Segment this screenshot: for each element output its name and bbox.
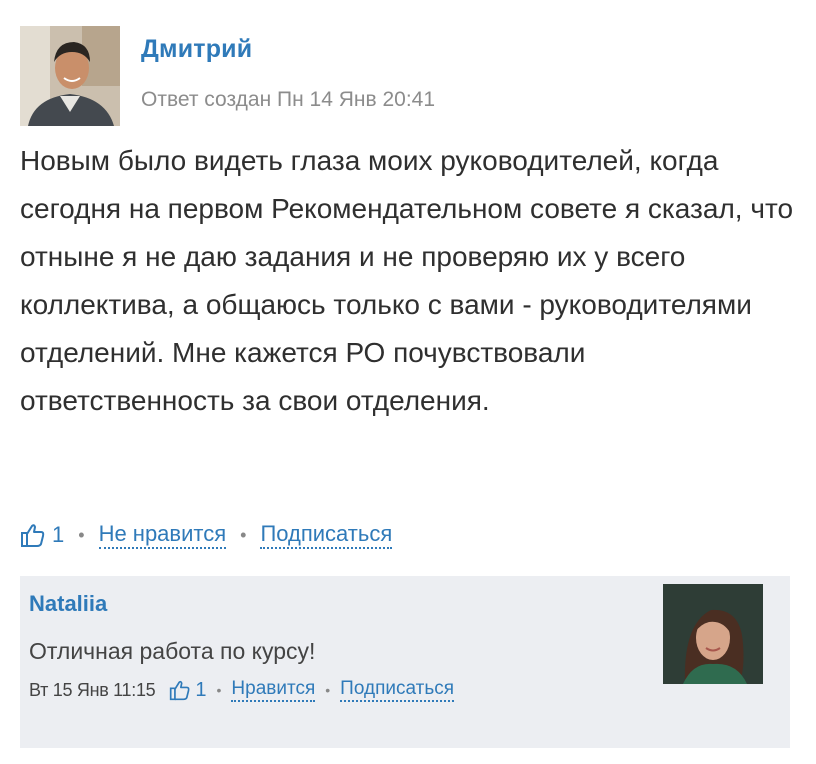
comment-author-name[interactable]: Nataliia <box>29 591 107 617</box>
comment: Nataliia Отличная работа по курсу! Вт 15… <box>20 576 790 748</box>
comment-subscribe-link[interactable]: Подписаться <box>340 678 455 702</box>
separator-dot: • <box>216 682 222 698</box>
post-header: Дмитрий Ответ создан Пн 14 Янв 20:41 <box>20 26 796 126</box>
woman-portrait-image <box>663 584 763 684</box>
author-avatar[interactable] <box>20 26 120 126</box>
thumbs-up-icon[interactable] <box>169 679 191 701</box>
author-name[interactable]: Дмитрий <box>141 35 252 64</box>
dislike-link[interactable]: Не нравится <box>98 521 227 549</box>
comment-date: Вт 15 Янв 11:15 <box>29 679 156 700</box>
like-link[interactable]: Нравится <box>231 678 316 702</box>
post-actions: 1 • Не нравится • Подписаться <box>20 518 393 552</box>
post-meta: Ответ создан Пн 14 Янв 20:41 <box>141 88 436 111</box>
separator-dot: • <box>325 682 331 698</box>
subscribe-link[interactable]: Подписаться <box>260 521 393 549</box>
man-portrait-image <box>20 26 120 126</box>
separator-dot: • <box>78 524 85 545</box>
thumbs-up-icon[interactable] <box>20 522 46 548</box>
like-count: 1 <box>52 522 65 547</box>
comment-text: Отличная работа по курсу! <box>29 638 316 664</box>
comment-like-count: 1 <box>195 678 207 701</box>
comment-author-avatar[interactable] <box>663 584 763 684</box>
post-body: Новым было видеть глаза моих руководител… <box>20 145 794 416</box>
comment-actions: Вт 15 Янв 11:15 1 • Нравится • Подписать… <box>29 676 455 704</box>
separator-dot: • <box>240 524 247 545</box>
